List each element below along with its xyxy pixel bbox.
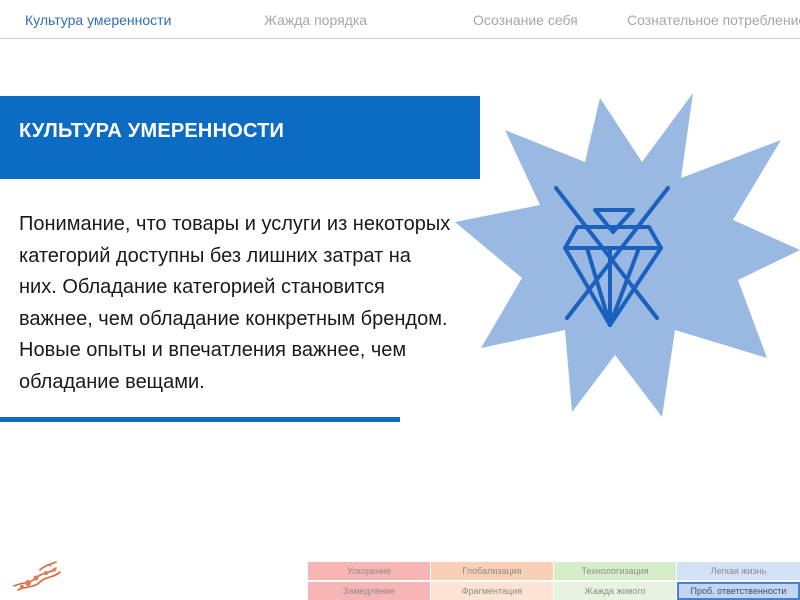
trend-cell-uskorenie[interactable]: Ускорение bbox=[308, 562, 430, 580]
description-line: важнее, чем обладание конкретным брендом… bbox=[19, 307, 448, 330]
starburst-emblem bbox=[455, 93, 800, 417]
description-line: обладание вещами. bbox=[19, 370, 205, 393]
tab-kultura-umerennosti[interactable]: Культура умеренности bbox=[25, 12, 171, 28]
description-line: категорий доступны без лишних затрат на bbox=[19, 244, 411, 267]
trend-cell-zhazhda-zhivogo[interactable]: Жажда живого bbox=[554, 582, 676, 600]
trend-cell-tekhnologizatsiya[interactable]: Технологизация bbox=[554, 562, 676, 580]
trend-cell-fragmentatsiya[interactable]: Фрагментация bbox=[431, 582, 553, 600]
brand-logo bbox=[13, 561, 61, 591]
trend-cell-legkaya-zhizn[interactable]: Легкая жизнь bbox=[677, 562, 800, 580]
trend-cell-prob-otvetstvennosti[interactable]: Проб. ответственности bbox=[677, 582, 800, 600]
trend-cell-globalizatsiya[interactable]: Глобализация bbox=[431, 562, 553, 580]
description-line: Понимание, что товары и услуги из некото… bbox=[19, 213, 451, 235]
starburst-shape bbox=[455, 93, 800, 417]
tab-zhazhda-poryadka[interactable]: Жажда порядка bbox=[264, 12, 367, 28]
title-banner: КУЛЬТУРА УМЕРЕННОСТИ bbox=[0, 96, 480, 179]
trend-grid: Ускорение Глобализация Технологизация Ле… bbox=[308, 562, 800, 600]
description-line: них. Обладание категорией становится bbox=[19, 276, 385, 298]
tab-soznatelnoe-potreblenie[interactable]: Сознательное потребление bbox=[627, 12, 800, 28]
tab-osoznanie-sebya[interactable]: Осознание себя bbox=[473, 12, 578, 28]
accent-underline bbox=[0, 417, 400, 422]
trend-cell-zamedlenie[interactable]: Замедление bbox=[308, 582, 430, 600]
page-title: КУЛЬТУРА УМЕРЕННОСТИ bbox=[19, 120, 285, 142]
description-line: Новые опыты и впечатления важнее, чем bbox=[19, 339, 407, 361]
top-navigation: Культура умеренности Жажда порядка Осозн… bbox=[0, 0, 800, 39]
description-text: Понимание, что товары и услуги из некото… bbox=[19, 209, 469, 398]
